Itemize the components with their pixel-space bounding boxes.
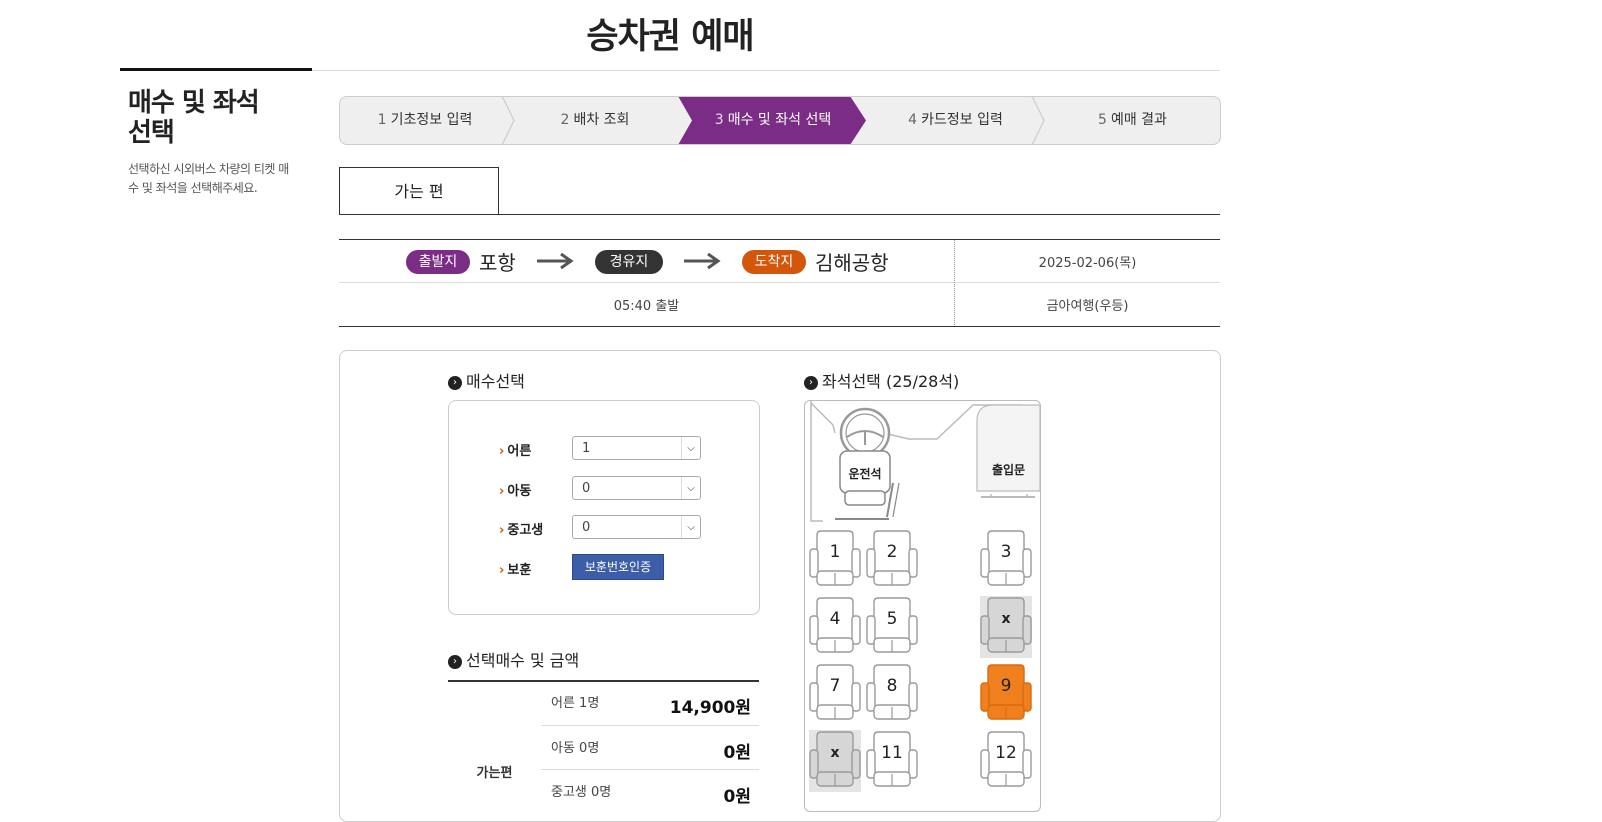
- price-row-label: 아동 0명: [551, 741, 600, 756]
- departure-date: 2025-02-06(목): [1038, 256, 1137, 271]
- seat-number: 2: [886, 542, 898, 562]
- child-label: › 아동: [499, 484, 532, 499]
- price-section-title: › 선택매수 및 금액: [448, 651, 579, 671]
- step-4: 4 카드정보 입력: [908, 112, 1003, 128]
- arrow-right-icon: [684, 252, 721, 270]
- seat-number: 8: [886, 676, 898, 696]
- price-row-label: 중고생 0명: [551, 785, 612, 800]
- side-description: 선택하신 시외버스 차량의 티켓 매 수 및 좌석을 선택해주세요.: [128, 160, 306, 198]
- side-desc-line1: 선택하신 시외버스 차량의 티켓 매: [128, 162, 289, 176]
- page-title: 승차권 예매: [586, 17, 754, 57]
- bus-company-grade: 금아여행(우등): [1046, 299, 1129, 314]
- arrow-right-icon: [537, 252, 574, 270]
- adult-label: › 어른: [499, 444, 532, 459]
- veteran-verify-button[interactable]: 보훈번호인증: [572, 554, 664, 580]
- seat-selected[interactable]: 9: [980, 663, 1032, 725]
- seat-number: 11: [881, 743, 903, 763]
- seat-available[interactable]: 12: [980, 730, 1032, 792]
- teen-label: › 중고생: [499, 523, 544, 538]
- step-1: 1 기초정보 입력: [377, 112, 473, 128]
- seat-available[interactable]: 7: [809, 663, 861, 725]
- tab-underline: [339, 214, 1220, 215]
- departure-time: 05:40 출발: [613, 299, 680, 314]
- seat-number: 4: [829, 609, 841, 629]
- seat-number: x: [830, 745, 840, 761]
- step-3-active: 3 매수 및 좌석 선택: [714, 112, 832, 128]
- origin-badge: 출발지: [406, 250, 470, 274]
- seat-available[interactable]: 8: [866, 663, 918, 725]
- side-title-line1: 매수 및 좌석: [128, 88, 260, 118]
- tab-outbound[interactable]: 가는 편: [339, 167, 499, 215]
- chevron-down-icon: ⌵: [681, 516, 700, 538]
- price-row-divider: [541, 769, 759, 770]
- side-accent-bar: [120, 68, 312, 71]
- qty-box: [448, 400, 760, 615]
- veteran-label: › 보훈: [499, 563, 532, 578]
- origin-name: 포항: [479, 251, 516, 275]
- seat-number: 1: [829, 542, 841, 562]
- seat-number: 9: [1000, 676, 1012, 696]
- route-divider: [339, 282, 1220, 283]
- seat-available[interactable]: 2: [866, 529, 918, 591]
- seat-available[interactable]: 1: [809, 529, 861, 591]
- bus-seat-map: 운전석 출입문 1 2 3 4 5 x 7 8 9 x 11 12: [804, 400, 1041, 812]
- price-row-label: 어른 1명: [551, 696, 600, 711]
- chevron-circle-icon: ›: [804, 375, 818, 390]
- outbound-price-label: 가는편: [476, 766, 513, 781]
- seat-number: 3: [1000, 542, 1012, 562]
- seat-number: 12: [995, 743, 1017, 763]
- seat-number: 5: [886, 609, 898, 629]
- progress-steps: 1 기초정보 입력 2 배차 조회 3 매수 및 좌석 선택 4 카드정보 입력 5 예매…: [339, 96, 1221, 145]
- seat-taken: x: [980, 596, 1032, 658]
- teen-select[interactable]: 0 ⌵: [572, 515, 701, 539]
- price-row-value: 0원: [723, 743, 751, 763]
- destination-badge: 도착지: [742, 250, 806, 274]
- side-title-line2: 선택: [128, 118, 175, 148]
- seat-grid: 1 2 3 4 5 x 7 8 9 x 11 12: [805, 401, 1040, 811]
- seat-section-title: › 좌석선택 (25/28석): [804, 372, 959, 392]
- seat-available[interactable]: 5: [866, 596, 918, 658]
- seat-available[interactable]: 3: [980, 529, 1032, 591]
- price-row-value: 14,900원: [669, 698, 751, 718]
- via-badge: 경유지: [595, 250, 663, 274]
- destination-name: 김해공항: [815, 251, 889, 275]
- side-desc-line2: 수 및 좌석을 선택해주세요.: [128, 181, 258, 195]
- seat-taken: x: [809, 730, 861, 792]
- adult-select[interactable]: 1 ⌵: [572, 436, 701, 460]
- chevron-down-icon: ⌵: [681, 437, 700, 459]
- seat-number: 7: [829, 676, 841, 696]
- price-row-divider: [541, 725, 759, 726]
- price-top-rule: [448, 680, 759, 682]
- side-title: 매수 및 좌석 선택: [128, 88, 298, 148]
- qty-section-title: › 매수선택: [448, 372, 525, 392]
- chevron-circle-icon: ›: [448, 654, 462, 669]
- step-5: 5 예매 결과: [1098, 112, 1167, 128]
- chevron-circle-icon: ›: [448, 375, 462, 390]
- seat-available[interactable]: 4: [809, 596, 861, 658]
- chevron-down-icon: ⌵: [681, 477, 700, 499]
- seat-number: x: [1001, 611, 1011, 627]
- child-select[interactable]: 0 ⌵: [572, 476, 701, 500]
- price-row-value: 0원: [723, 787, 751, 807]
- step-2: 2 배차 조회: [560, 112, 630, 128]
- seat-available[interactable]: 11: [866, 730, 918, 792]
